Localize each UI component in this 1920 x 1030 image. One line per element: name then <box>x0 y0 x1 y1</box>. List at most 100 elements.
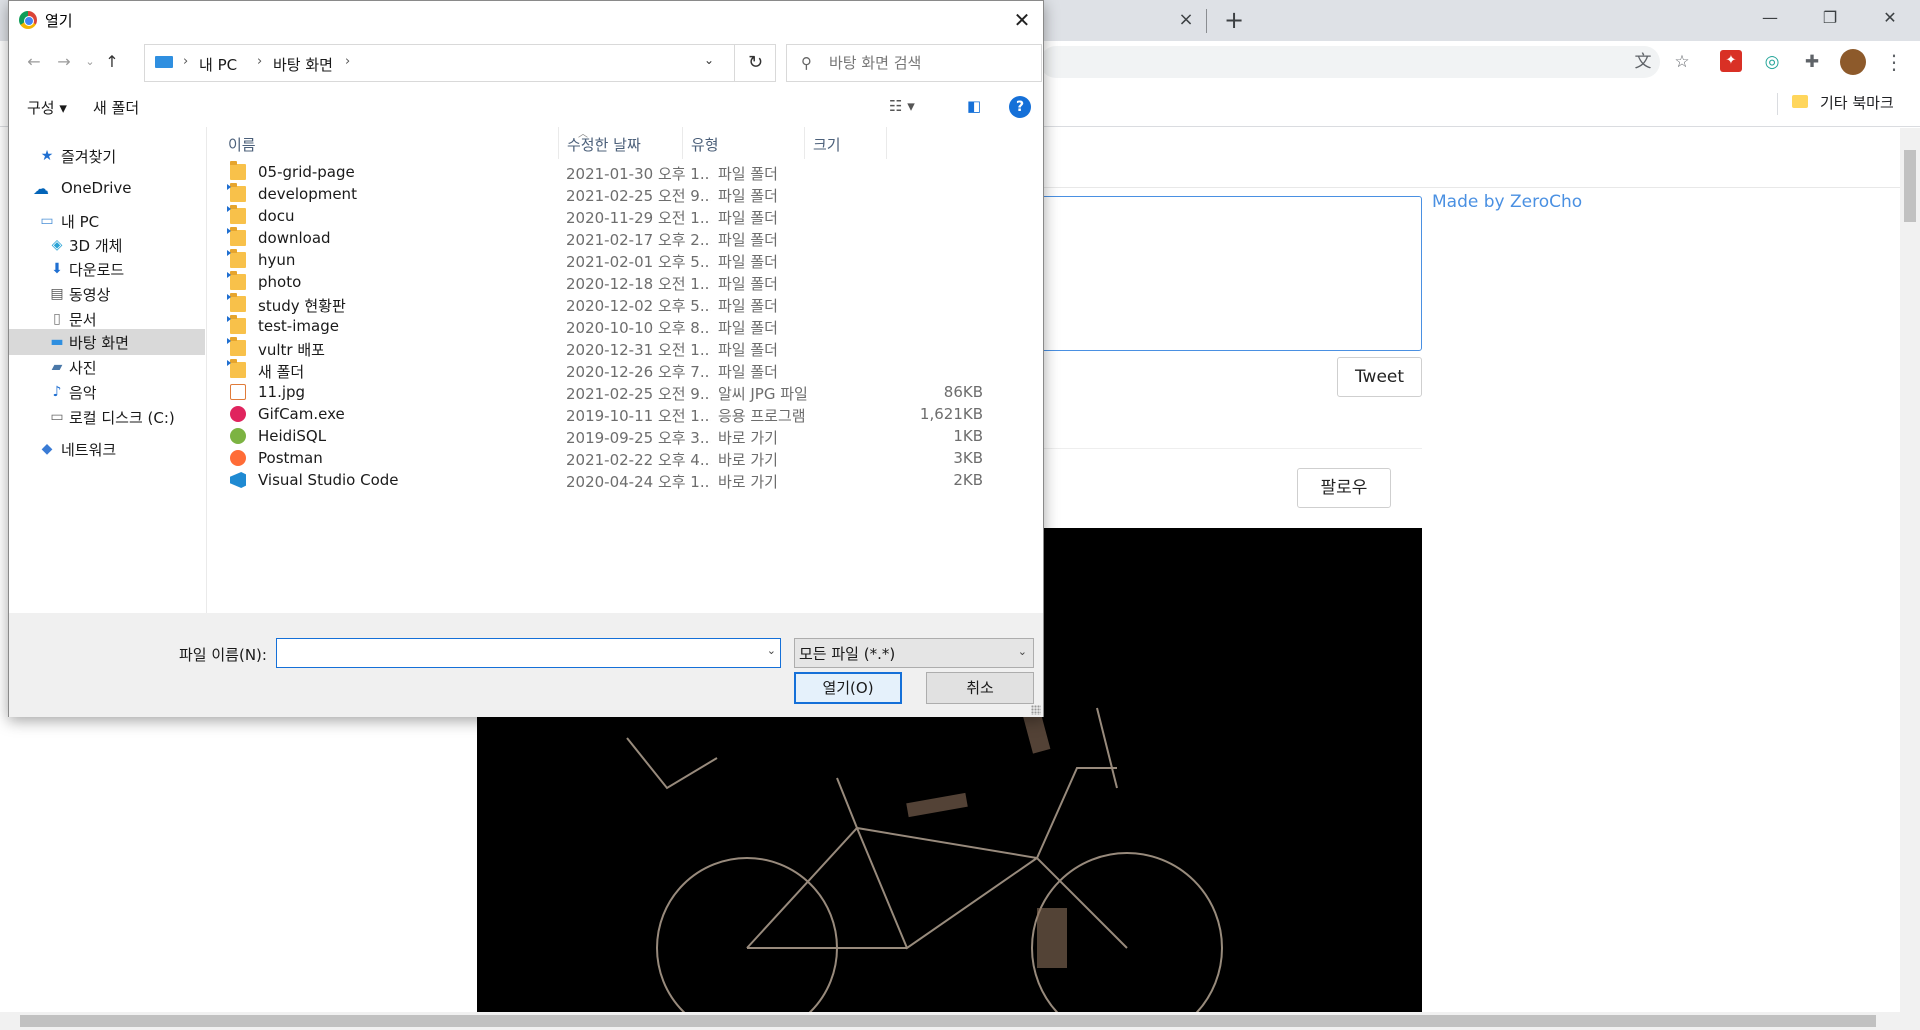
tweet-textarea[interactable] <box>1035 196 1422 351</box>
file-date: 2021-02-25 오전 9... <box>566 385 711 403</box>
menu-more-icon[interactable]: ⋮ <box>1882 50 1906 74</box>
help-icon[interactable]: ? <box>1009 96 1031 118</box>
translate-icon[interactable]: 文 <box>1631 50 1655 74</box>
video-icon: ▤ <box>50 286 64 302</box>
tree-item-label: 3D 개체 <box>69 237 123 255</box>
restore-button[interactable]: ❐ <box>1800 0 1860 38</box>
refresh-icon[interactable]: ↻ <box>734 45 776 81</box>
column-label: 크기 <box>813 136 841 154</box>
organize-button[interactable]: 구성 ▾ <box>27 97 67 118</box>
file-row[interactable]: Visual Studio Code 2020-04-24 오후 1... 바로 가… <box>208 468 1043 495</box>
file-date: 2020-12-26 오후 7... <box>566 363 711 381</box>
window-close-button[interactable]: ✕ <box>1860 0 1920 38</box>
file-size: 1,621KB <box>919 405 983 423</box>
follow-button[interactable]: 팔로우 <box>1297 468 1391 508</box>
extension-target-icon[interactable]: ◎ <box>1760 50 1784 74</box>
bookmark-star-icon[interactable]: ☆ <box>1670 50 1694 74</box>
star-icon: ★ <box>40 148 54 164</box>
recent-locations-chevron-icon[interactable]: ⌄ <box>79 51 101 73</box>
open-button[interactable]: 열기(O) <box>794 672 902 704</box>
preview-pane-icon[interactable]: ◧ <box>967 97 981 115</box>
folder-shortcut-icon <box>227 249 246 268</box>
column-header-name[interactable]: 이름 <box>220 127 559 159</box>
tree-item-downloads[interactable]: ⬇ 다운로드 <box>9 255 205 283</box>
address-dropdown-chevron-icon[interactable]: ⌄ <box>697 53 721 73</box>
forward-arrow-icon[interactable]: → <box>53 51 75 73</box>
computer-icon: ▭ <box>40 213 54 229</box>
filename-input[interactable] <box>281 642 751 664</box>
breadcrumb-separator-icon[interactable]: › <box>183 54 188 69</box>
cube-icon: ◈ <box>51 237 63 253</box>
breadcrumb-my-pc[interactable]: 내 PC <box>199 54 237 75</box>
column-header-date[interactable]: 수정한 날짜 <box>559 127 683 159</box>
tree-item-videos[interactable]: ▤ 동영상 <box>9 280 205 308</box>
folder-shortcut-icon <box>227 337 246 356</box>
chrome-icon <box>19 11 37 29</box>
breadcrumb-separator-icon[interactable]: › <box>345 54 350 69</box>
image-file-icon <box>230 384 246 400</box>
tree-item-local-disk[interactable]: ▭ 로컬 디스크 (C:) <box>9 403 205 431</box>
tweet-button[interactable]: Tweet <box>1337 357 1422 397</box>
dialog-search-box[interactable]: ⚲ <box>786 44 1042 82</box>
tree-item-pictures[interactable]: ▰ 사진 <box>9 353 205 381</box>
tree-item-onedrive[interactable]: ☁ OneDrive <box>9 175 205 203</box>
dialog-titlebar: 열기 ✕ <box>9 1 1043 39</box>
profile-avatar[interactable] <box>1840 49 1866 75</box>
column-label: 이름 <box>228 136 256 154</box>
view-options-icon[interactable]: ☷ ▾ <box>889 97 915 115</box>
new-tab-button[interactable]: + <box>1220 6 1248 34</box>
dialog-address-bar[interactable]: › 내 PC › 바탕 화면 › ⌄ ↻ <box>144 44 776 82</box>
breadcrumb-separator-icon[interactable]: › <box>257 54 262 69</box>
file-type: 파일 폴더 <box>718 297 778 315</box>
extension-red-icon[interactable]: ✦ <box>1720 50 1742 72</box>
bookmarks-separator <box>1777 93 1778 115</box>
vertical-scroll-thumb[interactable] <box>1904 150 1916 222</box>
tree-item-desktop[interactable]: ▬ 바탕 화면 <box>9 329 205 355</box>
filename-combobox[interactable]: ⌄ <box>276 638 781 668</box>
file-date: 2021-01-30 오후 1... <box>566 165 711 183</box>
up-arrow-icon[interactable]: ↑ <box>101 51 123 73</box>
breadcrumb-desktop[interactable]: 바탕 화면 <box>273 54 333 75</box>
minimize-button[interactable]: — <box>1740 0 1800 38</box>
extensions-puzzle-icon[interactable]: ✚ <box>1800 50 1824 74</box>
document-icon: ▯ <box>53 311 61 327</box>
tab-close-button[interactable]: × <box>1175 9 1197 31</box>
folder-icon[interactable] <box>1792 95 1808 108</box>
gifcam-icon <box>230 406 246 422</box>
new-folder-button[interactable]: 새 폴더 <box>93 97 139 118</box>
file-date: 2021-02-25 오전 9... <box>566 187 711 205</box>
file-type: 알씨 JPG 파일 <box>718 385 808 403</box>
tree-item-label: 로컬 디스크 (C:) <box>69 409 175 427</box>
horizontal-scrollbar[interactable] <box>0 1012 1920 1030</box>
cancel-button[interactable]: 취소 <box>926 672 1034 704</box>
resize-grip-icon[interactable] <box>1031 705 1041 715</box>
file-type: 파일 폴더 <box>718 319 778 337</box>
horizontal-scroll-thumb[interactable] <box>20 1015 1876 1027</box>
search-input[interactable] <box>829 51 1029 75</box>
column-header-size[interactable]: 크기 <box>805 127 887 159</box>
vertical-scrollbar[interactable] <box>1900 128 1920 1012</box>
tree-item-favorites[interactable]: ★ 즐겨찾기 <box>9 142 205 170</box>
folder-shortcut-icon <box>227 227 246 246</box>
filename-dropdown-chevron-icon[interactable]: ⌄ <box>767 644 776 657</box>
file-size: 1KB <box>953 427 983 445</box>
filetype-select[interactable]: 모든 파일 (*.*) ⌄ <box>794 638 1034 668</box>
back-arrow-icon[interactable]: ← <box>23 51 45 73</box>
file-date: 2020-11-29 오전 1... <box>566 209 711 227</box>
file-type: 파일 폴더 <box>718 165 778 183</box>
file-date: 2021-02-01 오후 5... <box>566 253 711 271</box>
tree-item-music[interactable]: ♪ 음악 <box>9 378 205 406</box>
dialog-close-button[interactable]: ✕ <box>1007 5 1037 35</box>
other-bookmarks-label[interactable]: 기타 북마크 <box>1820 92 1894 113</box>
dialog-footer: 파일 이름(N): ⌄ 모든 파일 (*.*) ⌄ 열기(O) 취소 <box>9 613 1043 717</box>
vscode-icon <box>230 472 246 488</box>
made-by-link[interactable]: Made by ZeroCho <box>1432 192 1582 212</box>
file-type: 파일 폴더 <box>718 363 778 381</box>
network-icon: ◆ <box>41 441 53 457</box>
file-type: 바로 가기 <box>718 473 778 491</box>
file-type: 파일 폴더 <box>718 341 778 359</box>
column-header-type[interactable]: 유형 <box>683 127 805 159</box>
address-bar[interactable] <box>1040 46 1660 78</box>
file-name: docu <box>258 207 295 225</box>
tree-item-network[interactable]: ◆ 네트워크 <box>9 435 205 463</box>
